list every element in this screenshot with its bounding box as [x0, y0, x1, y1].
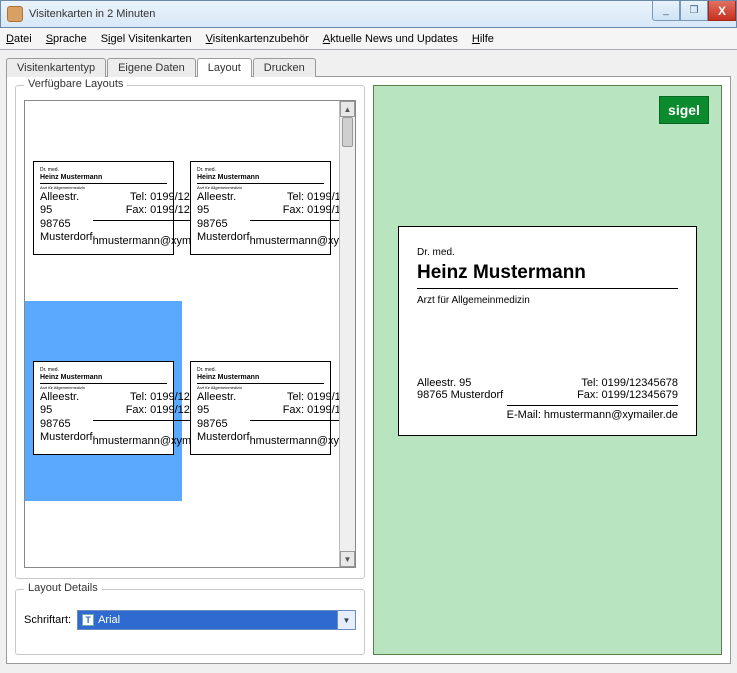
card-subtitle: Arzt für Allgemeinmedizin	[417, 295, 678, 306]
menu-sprache[interactable]: Sprache	[46, 33, 87, 45]
menu-hilfe[interactable]: Hilfe	[472, 33, 494, 45]
layout-thumbnail[interactable]: Dr. med. Heinz Mustermann Arzt für Allge…	[182, 101, 339, 301]
menu-bar: Datei Sprache Sigel Visitenkarten Visite…	[0, 28, 737, 50]
tab-layout[interactable]: Layout	[197, 58, 252, 77]
sigel-logo: sigel	[659, 96, 709, 124]
group-legend-details: Layout Details	[24, 582, 102, 594]
group-layout-details: Layout Details Schriftart: T Arial ▼	[15, 589, 365, 655]
menu-news[interactable]: Aktuelle News und Updates	[323, 33, 458, 45]
scroll-thumb[interactable]	[342, 117, 353, 147]
app-icon	[7, 6, 23, 22]
tab-eigene-daten[interactable]: Eigene Daten	[107, 58, 196, 77]
layout-mini-card: Dr. med. Heinz Mustermann Arzt für Allge…	[190, 361, 331, 455]
menu-zubehoer[interactable]: Visitenkartenzubehör	[206, 33, 309, 45]
minimize-button[interactable]: _	[652, 1, 680, 21]
tab-drucken[interactable]: Drucken	[253, 58, 316, 77]
layout-thumbnail[interactable]: Dr. med. Heinz Mustermann Arzt für Allge…	[182, 301, 339, 501]
layout-list[interactable]: Dr. med. Heinz Mustermann Arzt für Allge…	[24, 100, 356, 568]
menu-datei[interactable]: Datei	[6, 33, 32, 45]
card-contact: Tel: 0199/12345678 Fax: 0199/12345679 E-…	[507, 377, 678, 421]
tab-visitenkartentyp[interactable]: Visitenkartentyp	[6, 58, 106, 77]
chevron-down-icon[interactable]: ▼	[337, 611, 355, 629]
close-button[interactable]: X	[708, 1, 736, 21]
maximize-button[interactable]: ❐	[680, 1, 708, 21]
layout-mini-card: Dr. med. Heinz Mustermann Arzt für Allge…	[190, 161, 331, 255]
scroll-up-button[interactable]: ▲	[340, 101, 355, 117]
card-prefix: Dr. med.	[417, 247, 678, 258]
font-label: Schriftart:	[24, 614, 71, 626]
tab-strip: Visitenkartentyp Eigene Daten Layout Dru…	[6, 54, 731, 76]
layout-mini-card: Dr. med. Heinz Mustermann Arzt für Allge…	[33, 361, 174, 455]
window-titlebar: Visitenkarten in 2 Minuten _ ❐ X	[0, 0, 737, 28]
scroll-down-button[interactable]: ▼	[340, 551, 355, 567]
layout-mini-card: Dr. med. Heinz Mustermann Arzt für Allge…	[33, 161, 174, 255]
window-title: Visitenkarten in 2 Minuten	[29, 8, 155, 20]
group-legend-available: Verfügbare Layouts	[24, 78, 127, 90]
card-divider	[417, 288, 678, 289]
tab-page-layout: Verfügbare Layouts Dr. med. Heinz Muster…	[6, 76, 731, 664]
client-area: Visitenkartentyp Eigene Daten Layout Dru…	[0, 50, 737, 673]
card-address: Alleestr. 95 98765 Musterdorf	[417, 377, 503, 421]
business-card-preview: Dr. med. Heinz Mustermann Arzt für Allge…	[398, 226, 697, 436]
font-value: Arial	[98, 614, 120, 626]
card-name: Heinz Mustermann	[417, 262, 678, 284]
layout-thumbnail[interactable]: Dr. med. Heinz Mustermann Arzt für Allge…	[25, 101, 182, 301]
group-available-layouts: Verfügbare Layouts Dr. med. Heinz Muster…	[15, 85, 365, 579]
layout-scrollbar[interactable]: ▲ ▼	[339, 101, 355, 567]
preview-panel: sigel Dr. med. Heinz Mustermann Arzt für…	[373, 85, 722, 655]
font-combobox[interactable]: T Arial ▼	[77, 610, 356, 630]
layout-thumbnail-selected[interactable]: Dr. med. Heinz Mustermann Arzt für Allge…	[25, 301, 182, 501]
truetype-icon: T	[82, 614, 94, 626]
menu-sigel-visitenkarten[interactable]: Sigel Visitenkarten	[101, 33, 192, 45]
